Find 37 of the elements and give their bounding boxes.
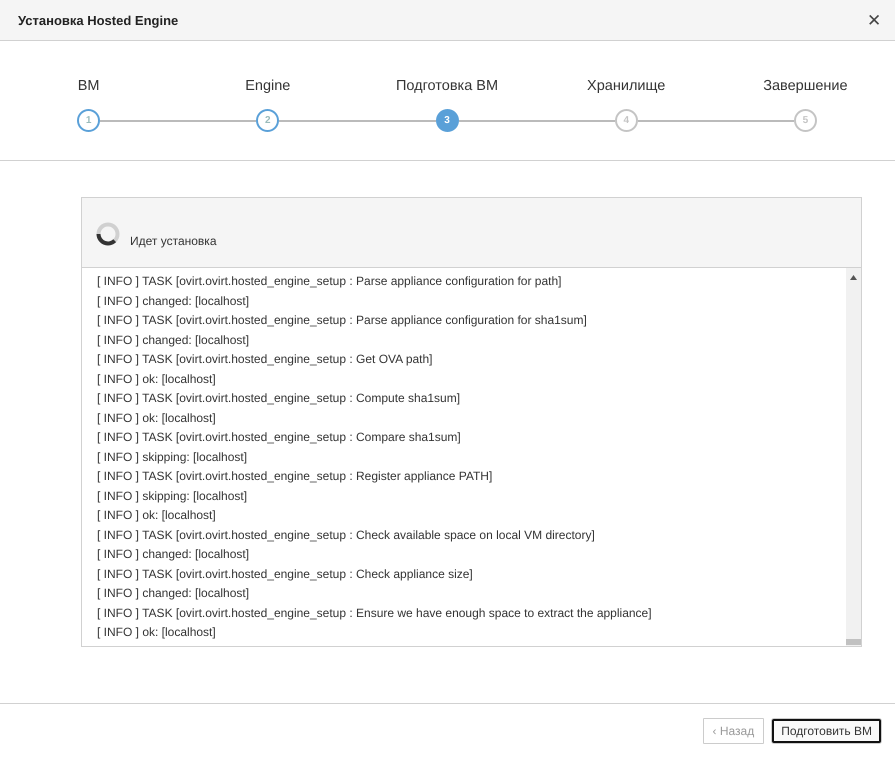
step-circle[interactable]: 4	[614, 109, 638, 132]
log-line: [ INFO ] changed: [localhost]	[97, 292, 250, 310]
log-line: [ INFO ] skipping: [localhost]	[97, 448, 248, 466]
step-label: Подготовка ВМ	[396, 78, 498, 96]
log-line: [ INFO ] TASK [ovirt.ovirt.hosted_engine_setup : Parse appliance configuration for sha1sum]	[97, 312, 588, 329]
log-line: [ INFO ] TASK [ovirt.ovirt.hosted_engine_setup : Compute sha1sum]	[97, 390, 462, 407]
step-circle[interactable]: 5	[794, 109, 817, 132]
step-circle[interactable]: 3	[436, 109, 459, 132]
log-line: [ INFO ] TASK [ovirt.ovirt.hosted_engine_setup : Get OVA path]	[97, 351, 434, 368]
scroll-up-icon[interactable]	[850, 275, 857, 280]
wizard-button[interactable]: Подготовить ВМ	[771, 718, 882, 744]
step-label: Engine	[245, 78, 290, 96]
step-circle[interactable]: 1	[77, 109, 100, 132]
log-line: [ INFO ] ok: [localhost]	[97, 507, 217, 524]
log-line: [ INFO ] TASK [ovirt.ovirt.hosted_engine_setup : Parse appliance configuration for path]	[97, 273, 562, 290]
progress-status: Идет установка	[130, 232, 216, 248]
scrollbar[interactable]	[846, 268, 861, 646]
log-line: [ INFO ] TASK [ovirt.ovirt.hosted_engine_setup : Compare sha1sum]	[97, 429, 462, 446]
log-line: [ INFO ] ok: [localhost]	[97, 370, 217, 388]
step-circle[interactable]: 2	[256, 109, 280, 132]
log-line: [ INFO ] TASK [ovirt.ovirt.hosted_engine_setup : Check appliance size]	[97, 566, 474, 582]
close-button[interactable]: ✕	[867, 10, 881, 30]
log-line: [ INFO ] skipping: [localhost]	[97, 488, 248, 504]
log-line: [ INFO ] changed: [localhost]	[97, 332, 250, 348]
scroll-thumb[interactable]	[846, 639, 861, 645]
log-line: [ INFO ] TASK [ovirt.ovirt.hosted_engine_setup : Register appliance PATH]	[97, 468, 494, 485]
log-line: [ INFO ] ok: [localhost]	[97, 410, 217, 426]
log-line: [ INFO ] changed: [localhost]	[97, 585, 250, 602]
step-label: ВМ	[78, 78, 100, 96]
dialog-title: Установка Hosted Engine	[18, 12, 178, 28]
log-line: [ INFO ] ok: [localhost]	[97, 624, 217, 641]
step-label: Завершение	[763, 78, 848, 96]
spinner-icon	[96, 222, 120, 246]
log-line: [ INFO ] changed: [localhost]	[97, 546, 250, 563]
log-line: [ INFO ] TASK [ovirt.ovirt.hosted_engine_setup : Check available space on local VM directory]	[97, 526, 596, 544]
log-line: [ INFO ] TASK [ovirt.ovirt.hosted_engine_setup : Ensure we have enough space to extract the appliance]	[97, 604, 653, 622]
step-label: Хранилище	[587, 78, 666, 96]
